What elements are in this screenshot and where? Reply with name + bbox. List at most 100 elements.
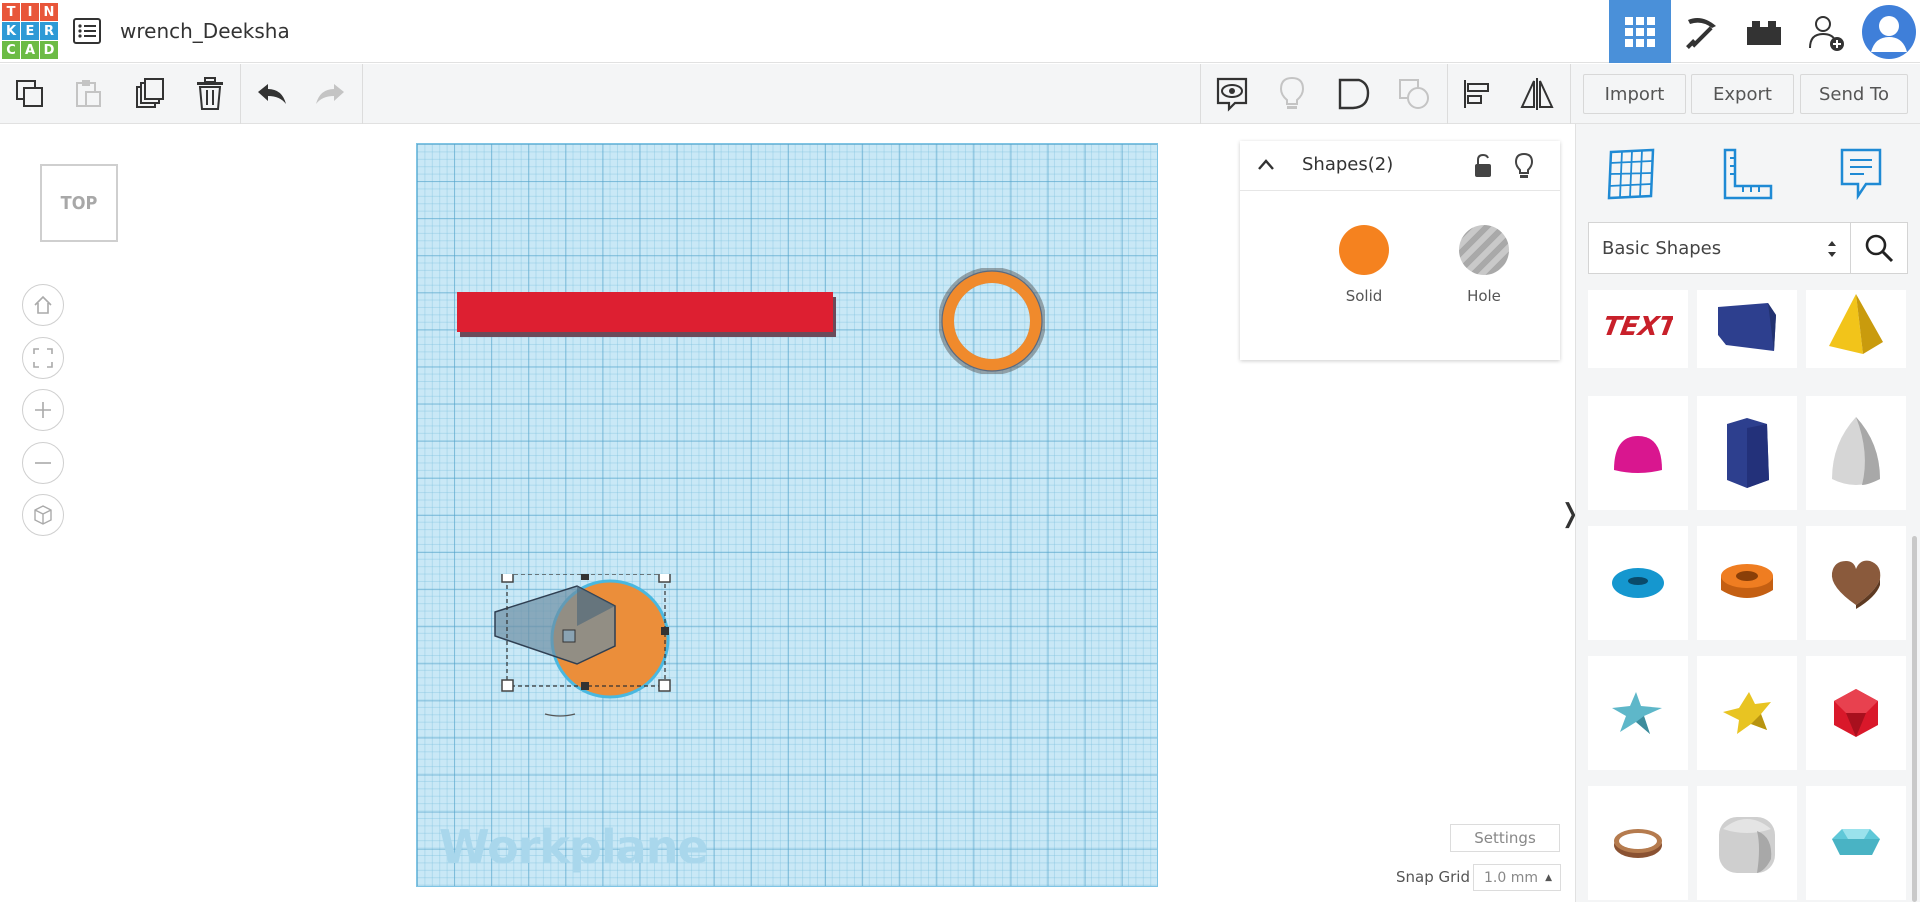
ruler-tool-button[interactable]	[1712, 140, 1782, 208]
shape-tile-icosahedron[interactable]	[1806, 656, 1906, 770]
grid-view-button[interactable]	[1609, 0, 1671, 63]
selected-shapes-group[interactable]	[485, 574, 695, 734]
align-button[interactable]	[1457, 74, 1497, 114]
light-bulb-icon[interactable]	[1514, 152, 1534, 180]
send-to-button[interactable]: Send To	[1800, 74, 1908, 114]
shape-search-button[interactable]	[1850, 222, 1908, 274]
invite-user-button[interactable]	[1795, 0, 1857, 63]
fit-view-button[interactable]	[22, 337, 64, 379]
toolbar-divider	[1570, 64, 1571, 124]
list-icon	[73, 18, 101, 44]
minus-icon	[35, 462, 51, 464]
group-icon	[1338, 78, 1370, 110]
shape-tile-gem[interactable]	[1806, 786, 1906, 900]
ruler-icon	[1723, 148, 1773, 200]
tinkercad-logo[interactable]: T I N K E R C A D	[2, 3, 58, 59]
text-shape-icon: TEXT	[1603, 312, 1673, 342]
settings-button[interactable]: Settings	[1450, 824, 1560, 852]
rounded-cube-shape-icon	[1719, 817, 1775, 873]
shape-tile-star[interactable]	[1588, 656, 1688, 770]
home-view-button[interactable]	[22, 284, 64, 326]
star-shape-icon	[1612, 692, 1662, 734]
logo-letter: A	[21, 41, 39, 59]
paste-button[interactable]	[68, 74, 108, 114]
zoom-out-button[interactable]	[22, 442, 64, 484]
notes-tool-button[interactable]	[1826, 140, 1896, 208]
inspector-header: Shapes(2)	[1240, 141, 1560, 191]
blocks-view-button[interactable]	[1671, 0, 1733, 63]
design-title[interactable]: wrench_Deeksha	[120, 19, 290, 43]
workplane-tool-button[interactable]	[1596, 140, 1666, 208]
snap-grid-value: 1.0 mm	[1484, 869, 1538, 886]
ungroup-button[interactable]	[1394, 74, 1434, 114]
tube-shape-icon	[1721, 564, 1773, 598]
solid-option[interactable]: Solid	[1319, 225, 1409, 305]
shape-tile-heart[interactable]	[1806, 526, 1906, 640]
workplane-label: Workplane	[439, 820, 709, 874]
orange-tube-shape[interactable]	[939, 268, 1045, 374]
toolbar-divider	[1200, 64, 1201, 124]
half-sphere-shape-icon	[1614, 436, 1662, 473]
search-icon	[1865, 234, 1894, 263]
plus-icon	[35, 402, 51, 418]
user-avatar-button[interactable]	[1858, 0, 1920, 63]
zoom-in-button[interactable]	[22, 389, 64, 431]
shape-tile-pyramid[interactable]	[1806, 290, 1906, 368]
shape-tile-torus[interactable]	[1588, 526, 1688, 640]
logo-letter: C	[2, 41, 20, 59]
undo-button[interactable]	[252, 74, 292, 114]
import-button[interactable]: Import	[1583, 74, 1686, 114]
fit-view-icon	[33, 348, 53, 368]
delete-icon	[197, 77, 223, 110]
shape-category-value: Basic Shapes	[1602, 237, 1722, 259]
shape-tile-ring[interactable]	[1588, 786, 1688, 900]
shape-tile-box[interactable]	[1697, 290, 1797, 368]
collapse-chevron-icon[interactable]	[1256, 157, 1276, 173]
paraboloid-shape-icon	[1832, 417, 1880, 485]
delete-button[interactable]	[190, 74, 230, 114]
group-button[interactable]	[1334, 74, 1374, 114]
paste-icon	[76, 80, 101, 107]
shape-tile-polygon[interactable]	[1697, 396, 1797, 510]
mirror-button[interactable]	[1517, 74, 1557, 114]
grid-view-icon	[1625, 16, 1655, 47]
star-six-shape-icon	[1723, 692, 1771, 734]
light-bulb-button[interactable]	[1272, 74, 1312, 114]
shape-tile-text[interactable]: TEXT	[1588, 290, 1688, 368]
ring-shape-icon	[1614, 829, 1662, 858]
shape-tile-star-six[interactable]	[1697, 656, 1797, 770]
shape-tile-paraboloid[interactable]	[1806, 396, 1906, 510]
library-scrollbar[interactable]	[1912, 536, 1917, 902]
workplane[interactable]: Workplane	[416, 143, 1158, 887]
shape-category-select[interactable]: Basic Shapes	[1588, 222, 1851, 274]
bricks-view-button[interactable]	[1733, 0, 1795, 63]
icosahedron-shape-icon	[1834, 689, 1878, 737]
show-hide-button[interactable]	[1212, 74, 1252, 114]
shape-grid: TEXT	[1588, 290, 1908, 902]
duplicate-icon	[136, 78, 164, 108]
snap-grid-select[interactable]: 1.0 mm ▲	[1473, 864, 1561, 891]
redo-button[interactable]	[310, 74, 350, 114]
toolbar-divider	[362, 64, 363, 124]
lock-icon[interactable]	[1472, 153, 1494, 179]
red-box-shape[interactable]	[457, 292, 837, 338]
export-button[interactable]: Export	[1691, 74, 1794, 114]
box-shape-icon	[1718, 303, 1776, 351]
shape-tile-half-sphere[interactable]	[1588, 396, 1688, 510]
hole-option[interactable]: Hole	[1439, 225, 1529, 305]
inspector-title: Shapes(2)	[1302, 154, 1394, 175]
shape-tile-rounded-cube[interactable]	[1697, 786, 1797, 900]
view-cube[interactable]: TOP	[40, 164, 118, 242]
perspective-button[interactable]	[22, 494, 64, 536]
cube-icon	[34, 505, 52, 525]
light-bulb-icon	[1279, 76, 1305, 109]
copy-button[interactable]	[10, 74, 50, 114]
design-list-button[interactable]	[72, 17, 102, 45]
logo-letter: I	[21, 3, 39, 21]
shape-tile-tube[interactable]	[1697, 526, 1797, 640]
top-bar: T I N K E R C A D wrench_Deeksha	[0, 0, 1920, 63]
hole-swatch	[1459, 225, 1509, 275]
home-icon	[34, 295, 52, 314]
pickaxe-icon	[1686, 17, 1716, 49]
duplicate-button[interactable]	[130, 74, 170, 114]
